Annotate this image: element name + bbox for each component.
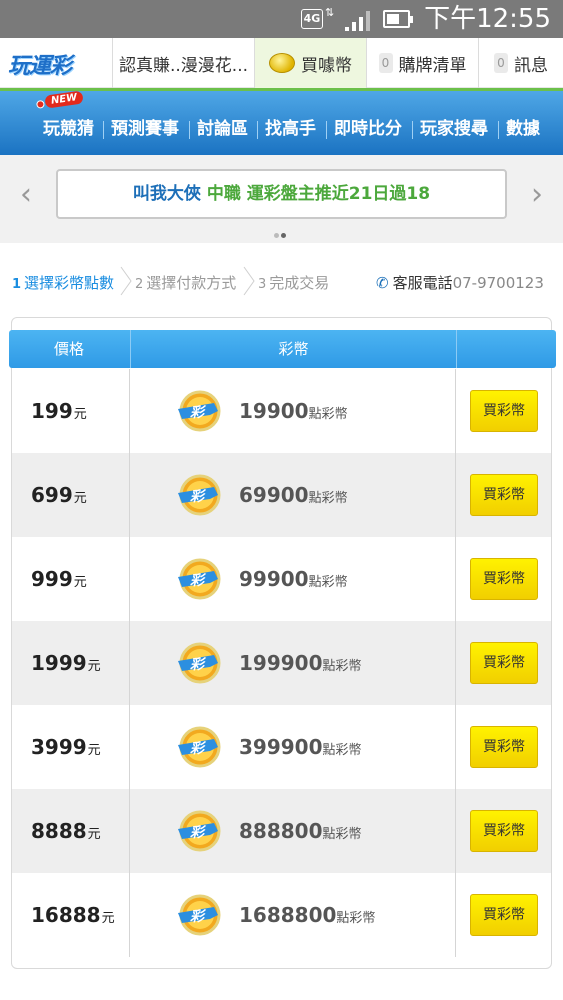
buy-coins-button[interactable]: 買彩幣 bbox=[470, 810, 538, 852]
checkout-steps: 1 選擇彩幣點數 2 選擇付款方式 3 完成交易 ✆ 客服電話07-9700123 bbox=[0, 260, 563, 306]
top-nav: 玩運彩 認真賺..漫漫花... 買噱幣 0 購牌清單 0 訊息 bbox=[0, 38, 563, 88]
table-row: 16888元 彩 1688800點彩幣 買彩幣 bbox=[12, 873, 551, 957]
signal-icon bbox=[343, 9, 373, 31]
menu-item-player-search[interactable]: 玩家搜尋 bbox=[420, 115, 488, 143]
chevron-left-icon[interactable]: ‹ bbox=[20, 177, 32, 212]
buy-coins-button[interactable]: 買彩幣 bbox=[470, 642, 538, 684]
table-row: 999元 彩 99900點彩幣 買彩幣 bbox=[12, 537, 551, 621]
tab-label: 認真賺..漫漫花... bbox=[118, 55, 249, 76]
buy-coins-button[interactable]: 買彩幣 bbox=[470, 474, 538, 516]
price-cell: 3999元 bbox=[12, 705, 130, 789]
coin-logo-icon: 彩 bbox=[178, 810, 221, 852]
step-1: 1 選擇彩幣點數 bbox=[12, 274, 115, 292]
points-value: 1688800點彩幣 bbox=[239, 903, 376, 927]
coin-logo-icon: 彩 bbox=[178, 642, 221, 684]
step-separator-icon bbox=[120, 266, 132, 296]
points-value: 888800點彩幣 bbox=[239, 819, 362, 843]
news-ticker[interactable]: 叫我大俠 中職 運彩盤主推近21日過18 bbox=[56, 169, 507, 219]
step-3: 3 完成交易 bbox=[258, 274, 330, 292]
table-row: 8888元 彩 888800點彩幣 買彩幣 bbox=[12, 789, 551, 873]
buy-coins-button[interactable]: 買彩幣 bbox=[470, 558, 538, 600]
coin-icon bbox=[269, 53, 295, 73]
new-badge: NEW bbox=[44, 90, 84, 109]
table-row: 3999元 彩 399900點彩幣 買彩幣 bbox=[12, 705, 551, 789]
clock: 下午12:55 bbox=[424, 4, 551, 34]
points-value: 19900點彩幣 bbox=[239, 399, 348, 423]
price-cell: 199元 bbox=[12, 369, 130, 453]
coin-logo-icon: 彩 bbox=[178, 474, 221, 516]
points-value: 399900點彩幣 bbox=[239, 735, 362, 759]
points-value: 69900點彩幣 bbox=[239, 483, 348, 507]
ticker-area: ‹ 叫我大俠 中職 運彩盤主推近21日過18 › bbox=[0, 155, 563, 243]
step-2: 2 選擇付款方式 bbox=[135, 274, 237, 292]
tab-label: 買噱幣 bbox=[301, 55, 352, 76]
carousel-dots bbox=[274, 223, 288, 242]
status-bar: 4G ⇅ 下午12:55 bbox=[0, 0, 563, 38]
table-header: 價格 彩幣 bbox=[9, 330, 556, 368]
buy-coins-button[interactable]: 買彩幣 bbox=[470, 390, 538, 432]
coin-logo-icon: 彩 bbox=[178, 390, 221, 432]
table-row: 699元 彩 69900點彩幣 買彩幣 bbox=[12, 453, 551, 537]
main-menu: NEW 玩競猜 預測賽事 討論區 找高手 即時比分 玩家搜尋 數據 bbox=[0, 88, 563, 155]
table-row: 1999元 彩 199900點彩幣 買彩幣 bbox=[12, 621, 551, 705]
table-row: 199元 彩 19900點彩幣 買彩幣 bbox=[12, 369, 551, 453]
coin-logo-icon: 彩 bbox=[178, 726, 221, 768]
price-cell: 16888元 bbox=[12, 873, 130, 957]
menu-item-guess[interactable]: 玩競猜 bbox=[43, 115, 94, 143]
tab-user-article[interactable]: 認真賺..漫漫花... bbox=[112, 38, 254, 88]
step-separator-icon bbox=[243, 266, 255, 296]
network-indicator: 4G bbox=[301, 9, 323, 29]
header-price: 價格 bbox=[53, 340, 84, 358]
coin-logo-icon: 彩 bbox=[178, 558, 221, 600]
battery-icon bbox=[383, 10, 413, 28]
count-badge: 0 bbox=[494, 53, 508, 73]
price-cell: 8888元 bbox=[12, 789, 130, 873]
buy-coins-button[interactable]: 買彩幣 bbox=[470, 726, 538, 768]
coin-price-table: 價格 彩幣 199元 彩 19900點彩幣 買彩幣 699元 彩 69900點彩… bbox=[9, 317, 556, 969]
price-cell: 999元 bbox=[12, 537, 130, 621]
data-activity-icon: ⇅ bbox=[325, 6, 335, 19]
price-cell: 699元 bbox=[12, 453, 130, 537]
header-coins: 彩幣 bbox=[130, 330, 456, 368]
menu-item-live-score[interactable]: 即時比分 bbox=[334, 115, 402, 143]
tab-label: 購牌清單 bbox=[398, 55, 467, 76]
points-value: 199900點彩幣 bbox=[239, 651, 362, 675]
site-logo[interactable]: 玩運彩 bbox=[8, 48, 92, 79]
tab-label: 訊息 bbox=[514, 55, 548, 76]
customer-service[interactable]: ✆ 客服電話07-9700123 bbox=[376, 272, 544, 293]
menu-item-forum[interactable]: 討論區 bbox=[197, 115, 248, 143]
menu-item-predict[interactable]: 預測賽事 bbox=[111, 115, 179, 143]
buy-coins-button[interactable]: 買彩幣 bbox=[470, 894, 538, 936]
price-cell: 1999元 bbox=[12, 621, 130, 705]
tab-messages[interactable]: 0 訊息 bbox=[478, 38, 563, 88]
chevron-right-icon[interactable]: › bbox=[531, 177, 543, 212]
menu-item-experts[interactable]: 找高手 bbox=[265, 115, 316, 143]
phone-icon: ✆ bbox=[376, 274, 389, 292]
coin-logo-icon: 彩 bbox=[178, 894, 221, 936]
tab-purchase-list[interactable]: 0 購牌清單 bbox=[366, 38, 478, 88]
ticker-user-name: 叫我大俠 bbox=[132, 184, 201, 204]
points-value: 99900點彩幣 bbox=[239, 567, 348, 591]
tab-buy-coins[interactable]: 買噱幣 bbox=[254, 38, 366, 88]
count-badge: 0 bbox=[378, 53, 393, 73]
menu-item-stats[interactable]: 數據 bbox=[506, 115, 540, 143]
ticker-message: 中職 運彩盤主推近21日過18 bbox=[206, 184, 431, 204]
